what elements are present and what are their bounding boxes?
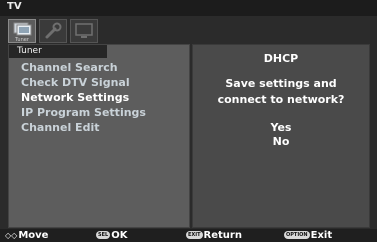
settings-menu: Channel Search Check DTV Signal Network … bbox=[21, 60, 146, 135]
tv-osd: TV Tuner Tuner Channel Search Check DTV … bbox=[0, 0, 377, 242]
hint-move: ◇◇Move bbox=[5, 230, 48, 241]
tab-screen[interactable] bbox=[70, 19, 98, 43]
hint-exit-label: Exit bbox=[310, 230, 333, 241]
hint-return-label: Return bbox=[203, 230, 242, 241]
menu-panel: Tuner Channel Search Check DTV Signal Ne… bbox=[8, 44, 190, 228]
hint-exit: OPTION Exit bbox=[284, 230, 332, 241]
section-header: Tuner bbox=[9, 45, 107, 58]
window-title: TV bbox=[7, 1, 22, 12]
yes-option[interactable]: Yes bbox=[193, 121, 369, 134]
menu-item-network-settings[interactable]: Network Settings bbox=[21, 90, 146, 105]
dialog-title: DHCP bbox=[263, 52, 299, 65]
dialog-message-line2: connect to network? bbox=[217, 93, 345, 106]
hint-return: EXIT Return bbox=[186, 230, 242, 241]
no-option[interactable]: No bbox=[193, 135, 369, 148]
dhcp-dialog: DHCP Save settings and connect to networ… bbox=[192, 44, 370, 228]
menu-item-channel-edit[interactable]: Channel Edit bbox=[21, 120, 146, 135]
title-bar: TV bbox=[0, 0, 377, 16]
section-label: Tuner bbox=[17, 46, 42, 56]
tab-tuner[interactable]: Tuner bbox=[8, 19, 36, 43]
menu-item-channel-search[interactable]: Channel Search bbox=[21, 60, 146, 75]
hint-ok-label: OK bbox=[111, 230, 128, 241]
menu-item-ip-program-settings[interactable]: IP Program Settings bbox=[21, 105, 146, 120]
dialog-message: Save settings and connect to network? bbox=[193, 76, 369, 108]
hint-move-label: Move bbox=[18, 230, 49, 241]
tuner-icon bbox=[13, 22, 32, 36]
screen-icon bbox=[75, 23, 93, 38]
dialog-message-line1: Save settings and bbox=[225, 77, 337, 90]
exit-key-icon: EXIT bbox=[186, 231, 203, 239]
move-arrows-icon: ◇◇ bbox=[5, 230, 18, 240]
hint-ok: SEL OK bbox=[96, 230, 127, 241]
tab-tuner-caption: Tuner bbox=[15, 37, 29, 43]
sel-key-icon: SEL bbox=[96, 231, 111, 239]
tools-icon bbox=[45, 22, 62, 39]
option-key-icon: OPTION bbox=[284, 231, 310, 239]
key-hint-bar: ◇◇Move SEL OK EXIT Return OPTION Exit bbox=[0, 229, 377, 242]
tab-tools[interactable] bbox=[39, 19, 67, 43]
menu-item-check-dtv-signal[interactable]: Check DTV Signal bbox=[21, 75, 146, 90]
